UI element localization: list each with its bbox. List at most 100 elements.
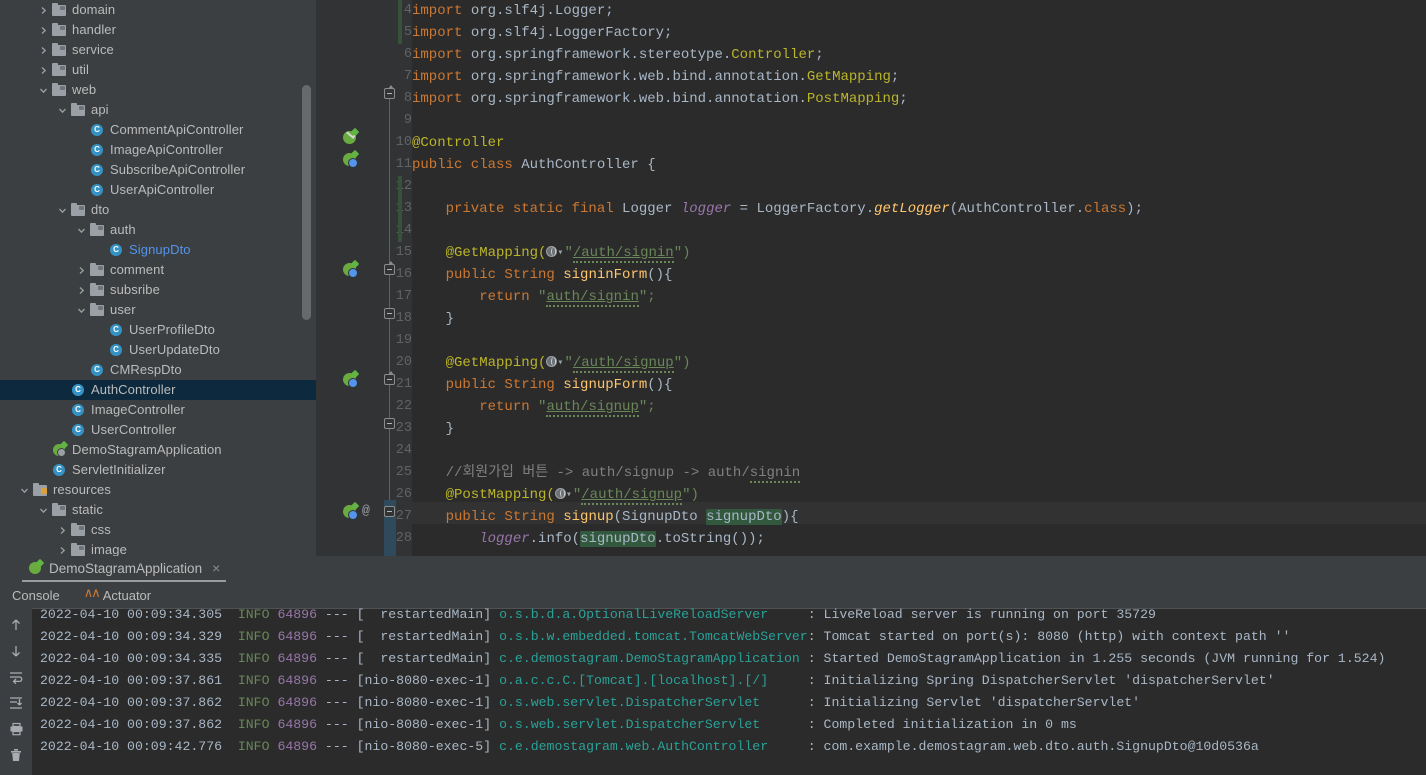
chevron-down-icon[interactable]: ▾ xyxy=(557,243,563,265)
chevron-down-icon[interactable] xyxy=(38,85,49,96)
tree-item-subscribeapicontroller[interactable]: C SubscribeApiController xyxy=(0,160,316,180)
tree-item-imagecontroller[interactable]: C ImageController xyxy=(0,400,316,420)
chevron-down-icon[interactable] xyxy=(76,225,87,236)
spring-bean-icon[interactable] xyxy=(343,153,358,168)
tree-item-userupdatedto[interactable]: C UserUpdateDto xyxy=(0,340,316,360)
spring-mapping-icon[interactable] xyxy=(343,373,358,388)
web-mapping-globe-icon[interactable] xyxy=(554,488,566,499)
run-sub-tabs[interactable]: Console Actuator xyxy=(0,582,1426,608)
code-line[interactable]: public String signinForm(){ xyxy=(412,264,673,286)
scroll-to-end-icon[interactable] xyxy=(0,690,32,716)
chevron-down-icon[interactable]: ▾ xyxy=(566,485,572,507)
console-log-line[interactable]: 2022-04-10 00:09:37.861 INFO 64896 --- [… xyxy=(40,670,1275,692)
code-line[interactable]: import org.slf4j.LoggerFactory; xyxy=(412,22,672,44)
tree-item-comment[interactable]: comment xyxy=(0,260,316,280)
code-line[interactable]: public String signup(SignupDto signupDto… xyxy=(412,506,799,528)
code-line[interactable]: @GetMapping(▾"/auth/signup") xyxy=(412,352,691,374)
tab-console[interactable]: Console xyxy=(0,582,72,608)
tree-item-authcontroller[interactable]: C AuthController xyxy=(0,380,316,400)
spring-mapping-icon[interactable] xyxy=(343,263,358,278)
chevron-down-icon[interactable] xyxy=(19,485,30,496)
code-line[interactable]: private static final Logger logger = Log… xyxy=(412,198,1143,220)
chevron-right-icon[interactable] xyxy=(38,65,49,76)
code-line[interactable]: return "auth/signin"; xyxy=(412,286,656,308)
tab-actuator[interactable]: Actuator xyxy=(72,582,163,608)
console-log-line[interactable]: 2022-04-10 00:09:42.776 INFO 64896 --- [… xyxy=(40,736,1259,758)
tree-item-servletinitializer[interactable]: C ServletInitializer xyxy=(0,460,316,480)
tree-item-auth[interactable]: auth xyxy=(0,220,316,240)
chevron-right-icon[interactable] xyxy=(38,5,49,16)
code-line[interactable]: return "auth/signup"; xyxy=(412,396,656,418)
url-string-literal[interactable]: /auth/signup xyxy=(572,355,674,373)
tree-item-userapicontroller[interactable]: C UserApiController xyxy=(0,180,316,200)
code-line[interactable]: import org.springframework.web.bind.anno… xyxy=(412,66,899,88)
chevron-down-icon[interactable] xyxy=(38,505,49,516)
console-log-line[interactable]: 2022-04-10 00:09:34.305 INFO 64896 --- [… xyxy=(40,608,1156,626)
spring-bean-check-icon[interactable] xyxy=(343,131,356,144)
down-arrow-icon[interactable] xyxy=(0,638,32,664)
tree-item-handler[interactable]: handler xyxy=(0,20,316,40)
code-line[interactable]: } xyxy=(412,418,454,440)
console-log-line[interactable]: 2022-04-10 00:09:37.862 INFO 64896 --- [… xyxy=(40,692,1140,714)
web-mapping-globe-icon[interactable] xyxy=(546,356,558,367)
chevron-down-icon[interactable] xyxy=(57,205,68,216)
web-mapping-globe-icon[interactable] xyxy=(546,246,558,257)
tree-item-static[interactable]: static xyxy=(0,500,316,520)
run-tool-window[interactable]: n: DemoStagramApplication × Console Actu… xyxy=(0,556,1426,775)
chevron-down-icon[interactable]: ▾ xyxy=(557,353,563,375)
code-line[interactable]: import org.springframework.web.bind.anno… xyxy=(412,88,908,110)
fold-marker[interactable] xyxy=(384,418,395,429)
tree-item-usercontroller[interactable]: C UserController xyxy=(0,420,316,440)
tree-item-image[interactable]: image xyxy=(0,540,316,556)
url-string-literal[interactable]: /auth/signup xyxy=(581,487,683,505)
fold-marker[interactable] xyxy=(384,506,395,517)
project-tree-panel[interactable]: domain handler service util web api C CommentAp… xyxy=(0,0,316,556)
code-line[interactable]: public String signupForm(){ xyxy=(412,374,673,396)
tree-item-subsribe[interactable]: subsribe xyxy=(0,280,316,300)
tree-item-signupdto[interactable]: C SignupDto xyxy=(0,240,316,260)
tree-item-util[interactable]: util xyxy=(0,60,316,80)
chevron-right-icon[interactable] xyxy=(76,265,87,276)
console-log-line[interactable]: 2022-04-10 00:09:34.329 INFO 64896 --- [… xyxy=(40,626,1290,648)
editor-gutter[interactable]: 4 5 6 7 8 9 10 11 12 13 14 15 16 17 18 19 20 21 22 23 24 25 26… xyxy=(316,0,427,556)
tree-item-api[interactable]: api xyxy=(0,100,316,120)
tree-item-css[interactable]: css xyxy=(0,520,316,540)
tree-item-domain[interactable]: domain xyxy=(0,0,316,20)
console-toolbar[interactable] xyxy=(0,608,32,775)
tree-item-commentapicontroller[interactable]: C CommentApiController xyxy=(0,120,316,140)
tree-item-user[interactable]: user xyxy=(0,300,316,320)
chevron-right-icon[interactable] xyxy=(38,45,49,56)
fold-marker[interactable] xyxy=(384,261,395,275)
close-icon[interactable]: × xyxy=(212,560,220,576)
spring-mapping-icon[interactable] xyxy=(343,505,358,520)
console-log-line[interactable]: 2022-04-10 00:09:37.862 INFO 64896 --- [… xyxy=(40,714,1077,736)
code-line[interactable]: import org.slf4j.Logger; xyxy=(412,0,614,22)
code-line[interactable]: public class AuthController { xyxy=(412,154,656,176)
tree-item-imageapicontroller[interactable]: C ImageApiController xyxy=(0,140,316,160)
url-string-literal[interactable]: auth/signup xyxy=(546,399,639,417)
tree-item-resources[interactable]: resources xyxy=(0,480,316,500)
fold-marker[interactable] xyxy=(384,371,395,385)
url-string-literal[interactable]: auth/signin xyxy=(546,289,639,307)
url-string-literal[interactable]: /auth/signin xyxy=(572,245,674,263)
code-line[interactable]: //회원가입 버튼 -> auth/signup -> auth/signin xyxy=(412,462,801,484)
tree-item-dto[interactable]: dto xyxy=(0,200,316,220)
project-tree-scrollbar[interactable] xyxy=(302,85,311,320)
code-line[interactable]: logger.info(signupDto.toString()); xyxy=(412,528,765,550)
editor-code-area[interactable]: import org.slf4j.Logger; import org.slf4j… xyxy=(412,0,1426,556)
print-icon[interactable] xyxy=(0,716,32,742)
code-line[interactable]: @PostMapping(▾"/auth/signup") xyxy=(412,484,699,506)
code-editor[interactable]: 4 5 6 7 8 9 10 11 12 13 14 15 16 17 18 19 20 21 22 23 24 25 26… xyxy=(316,0,1426,556)
soft-wrap-icon[interactable] xyxy=(0,664,32,690)
chevron-right-icon[interactable] xyxy=(38,25,49,36)
tree-item-service[interactable]: service xyxy=(0,40,316,60)
code-line[interactable]: import org.springframework.stereotype.Co… xyxy=(412,44,824,66)
chevron-down-icon[interactable] xyxy=(57,105,68,116)
up-arrow-icon[interactable] xyxy=(0,612,32,638)
code-line[interactable]: @Controller xyxy=(412,132,504,154)
fold-marker[interactable] xyxy=(384,308,395,319)
chevron-right-icon[interactable] xyxy=(76,285,87,296)
code-line[interactable]: @GetMapping(▾"/auth/signin") xyxy=(412,242,691,264)
chevron-right-icon[interactable] xyxy=(57,525,68,536)
tree-item-web[interactable]: web xyxy=(0,80,316,100)
